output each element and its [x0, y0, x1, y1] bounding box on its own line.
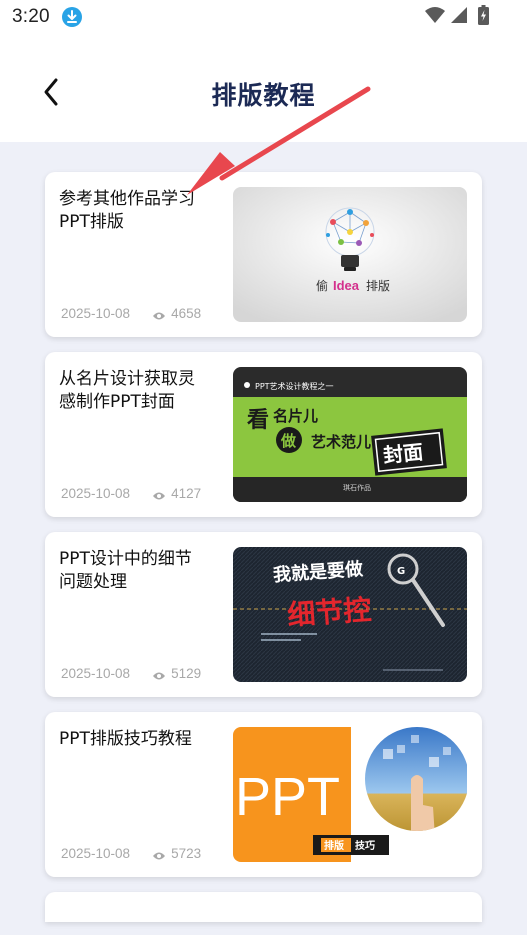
article-views: 5723: [171, 846, 202, 861]
svg-text:名片儿: 名片儿: [273, 407, 318, 425]
download-icon: [62, 7, 82, 27]
article-card[interactable]: 参考其他作品学习PPT排版 2025-10-08 4658 偷 Idea 排版: [45, 172, 482, 337]
content-area: 参考其他作品学习PPT排版 2025-10-08 4658 偷 Idea 排版 …: [0, 142, 527, 935]
article-thumbnail: PPT艺术设计教程之一 看 名片儿 做 艺术范儿 封面 琪石作品: [233, 367, 467, 502]
svg-text:看: 看: [247, 408, 269, 433]
article-thumbnail: 偷 Idea 排版: [233, 187, 467, 322]
article-views: 4127: [171, 486, 202, 501]
article-views: 5129: [171, 666, 202, 681]
svg-text:PPT: PPT: [235, 767, 340, 827]
article-meta: 2025-10-08 5129: [61, 666, 201, 681]
eye-icon: [152, 849, 166, 859]
article-date: 2025-10-08: [61, 306, 131, 321]
svg-text:排版: 排版: [366, 279, 390, 293]
article-card[interactable]: 从名片设计获取灵感制作PPT封面 2025-10-08 4127 PPT艺术设计…: [45, 352, 482, 517]
svg-text:琪石作品: 琪石作品: [343, 483, 371, 492]
article-title: PPT设计中的细节问题处理: [59, 549, 192, 592]
eye-icon: [152, 489, 166, 499]
article-thumbnail: PPT 排版 技巧: [233, 727, 467, 862]
battery-charging-icon: [478, 5, 489, 29]
article-meta: 2025-10-08 5723: [61, 846, 201, 861]
svg-text:技巧: 技巧: [355, 839, 375, 852]
eye-icon: [152, 309, 166, 319]
svg-text:排版: 排版: [324, 839, 344, 852]
article-meta: 2025-10-08 4658: [61, 306, 201, 321]
article-date: 2025-10-08: [61, 666, 131, 681]
svg-text:PPT艺术设计教程之一: PPT艺术设计教程之一: [255, 381, 334, 391]
svg-text:做: 做: [280, 432, 297, 450]
article-card[interactable]: PPT排版技巧教程 2025-10-08 5723 PPT 排版 技巧: [45, 712, 482, 877]
svg-text:细节控: 细节控: [286, 593, 372, 632]
eye-icon: [152, 669, 166, 679]
article-meta: 2025-10-08 4127: [61, 486, 201, 501]
wifi-icon: [424, 6, 446, 28]
article-date: 2025-10-08: [61, 486, 131, 501]
status-bar: 3:20: [0, 0, 527, 36]
article-title: 从名片设计获取灵感制作PPT封面: [59, 369, 195, 412]
svg-text:偷: 偷: [316, 278, 328, 293]
svg-text:Idea: Idea: [333, 278, 360, 293]
article-card[interactable]: [45, 892, 482, 922]
svg-text:封面: 封面: [382, 440, 424, 468]
article-card[interactable]: PPT设计中的细节问题处理 2025-10-08 5129 我就是要做 细节控 …: [45, 532, 482, 697]
page-title: 排版教程: [211, 81, 316, 110]
svg-text:艺术范儿: 艺术范儿: [311, 433, 371, 451]
svg-text:G: G: [397, 566, 405, 577]
article-title: PPT排版技巧教程: [59, 729, 192, 749]
cellular-signal-icon: [450, 6, 468, 28]
article-thumbnail: 我就是要做 细节控 G: [233, 547, 467, 682]
status-time: 3:20: [12, 6, 50, 27]
article-views: 4658: [171, 306, 202, 321]
article-list: 参考其他作品学习PPT排版 2025-10-08 4658 偷 Idea 排版 …: [45, 172, 482, 935]
app-header: 排版教程: [0, 36, 527, 142]
article-title: 参考其他作品学习PPT排版: [59, 189, 195, 232]
article-date: 2025-10-08: [61, 846, 131, 861]
